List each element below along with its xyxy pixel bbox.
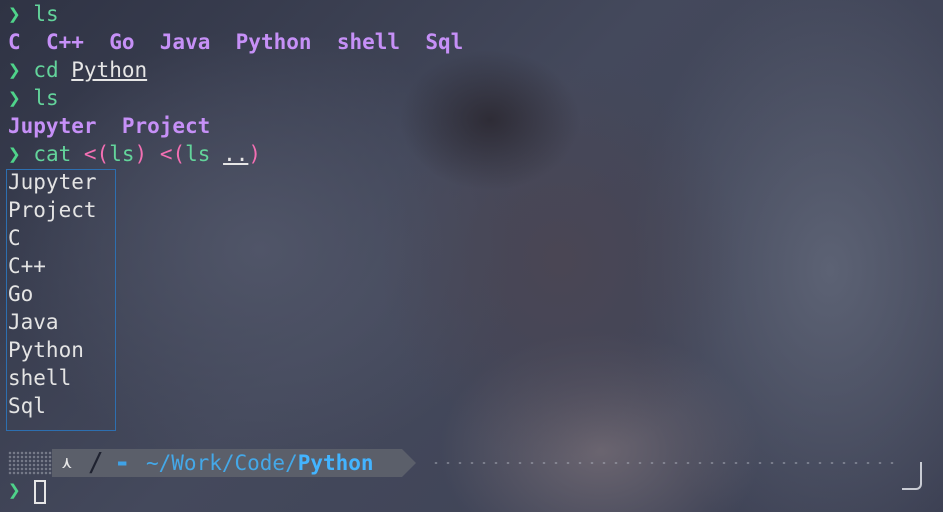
command-argument: Python (71, 58, 148, 82)
active-prompt-line[interactable]: ❯ (8, 476, 21, 504)
output-line: Go (8, 282, 34, 306)
command-text: ls (33, 86, 59, 110)
status-dotted-filler (430, 461, 900, 465)
command-line: ❯ ls (8, 84, 59, 112)
command-line: ❯ cd Python (8, 56, 147, 84)
output-line: Sql (8, 394, 46, 418)
current-directory: Python (297, 451, 374, 475)
directory-entry: Go (109, 30, 135, 54)
output-line: C (8, 226, 21, 250)
command-line: ❯ cat <(ls) <(ls ..) (8, 140, 261, 168)
directory-entry: Jupyter (8, 114, 97, 138)
status-segment-arrow (402, 449, 416, 477)
command-text: cat (33, 142, 72, 166)
prompt-symbol: ❯ (8, 58, 21, 82)
prompt-symbol: ❯ (8, 478, 21, 502)
prompt-symbol: ❯ (8, 86, 21, 110)
process-substitution-close: ) (248, 142, 262, 166)
path-prefix: ~/Work/Code/ (146, 451, 298, 475)
output-line: Java (8, 310, 59, 334)
output-line: shell (8, 366, 72, 390)
prompt-status-bar: ⋏ / ▬ ~/Work/Code/Python (0, 448, 943, 490)
output-line: Project (8, 198, 97, 222)
directory-entry: Project (121, 114, 211, 138)
prompt-symbol: ❯ (8, 2, 21, 26)
directory-entry: C (8, 30, 21, 54)
process-substitution-open: <( (159, 142, 186, 166)
right-prompt-corner (902, 462, 922, 490)
text-cursor[interactable] (34, 480, 46, 504)
directory-entry: C++ (45, 30, 84, 54)
ls-output-line: C C++ Go Java Python shell Sql (8, 28, 463, 56)
prompt-symbol: ❯ (8, 142, 21, 166)
output-line: Jupyter (8, 170, 97, 194)
output-line: Python (8, 338, 84, 362)
subcommand-text: ls (185, 142, 211, 166)
process-substitution-open: <( (83, 142, 110, 166)
vcs-icon: ⋏ (62, 453, 72, 472)
subcommand-text: ls (109, 142, 135, 166)
current-path: ~/Work/Code/Python (146, 449, 374, 477)
command-text: ls (33, 2, 59, 26)
output-line: C++ (8, 254, 46, 278)
status-left-pattern (8, 451, 54, 475)
directory-entry: Sql (425, 30, 464, 54)
segment-separator: / (88, 448, 104, 478)
command-text: cd (33, 58, 59, 82)
folder-icon: ▬ (118, 455, 127, 471)
command-argument: .. (223, 142, 249, 166)
directory-entry: shell (336, 30, 401, 54)
directory-entry: Python (235, 30, 312, 54)
command-line: ❯ ls (8, 0, 59, 28)
process-substitution-close: ) (134, 142, 148, 166)
ls-output-line: Jupyter Project (8, 112, 210, 140)
directory-entry: Java (159, 30, 211, 54)
